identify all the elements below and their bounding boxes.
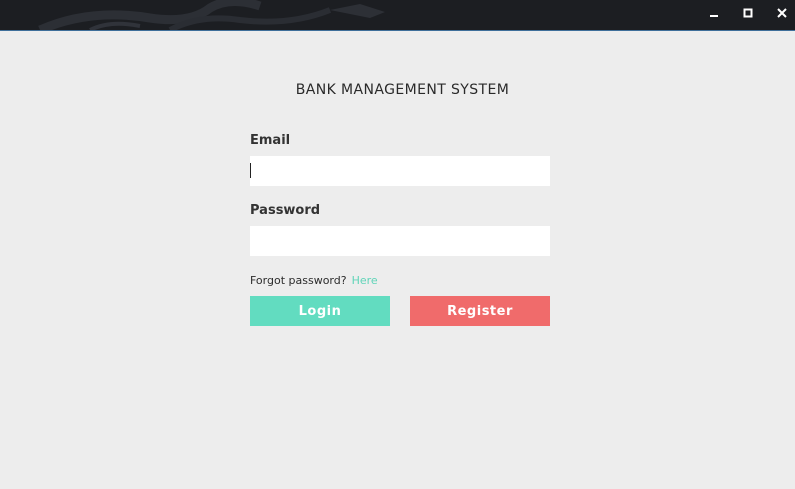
password-label: Password — [250, 203, 321, 218]
login-panel: BANK MANAGEMENT SYSTEM Email Password Fo… — [0, 31, 795, 489]
password-field[interactable] — [250, 226, 550, 256]
forgot-password-link[interactable]: Here — [352, 274, 378, 287]
login-button[interactable]: Login — [250, 296, 390, 326]
app-title: BANK MANAGEMENT SYSTEM — [295, 82, 510, 98]
text-cursor — [250, 163, 251, 178]
forgot-password-text: Forgot password? — [250, 274, 347, 287]
minimize-icon — [710, 15, 718, 17]
maximize-button[interactable] — [737, 3, 759, 23]
email-label: Email — [250, 133, 291, 148]
email-field[interactable] — [250, 156, 550, 186]
minimize-button[interactable] — [703, 3, 725, 23]
register-button[interactable]: Register — [410, 296, 550, 326]
dragon-wallpaper-graphic — [38, 0, 385, 30]
forgot-password-row: Forgot password? Here — [250, 274, 378, 287]
window-titlebar[interactable] — [0, 0, 795, 31]
maximize-icon — [743, 8, 753, 18]
close-button[interactable] — [771, 3, 793, 23]
close-icon — [777, 8, 787, 18]
